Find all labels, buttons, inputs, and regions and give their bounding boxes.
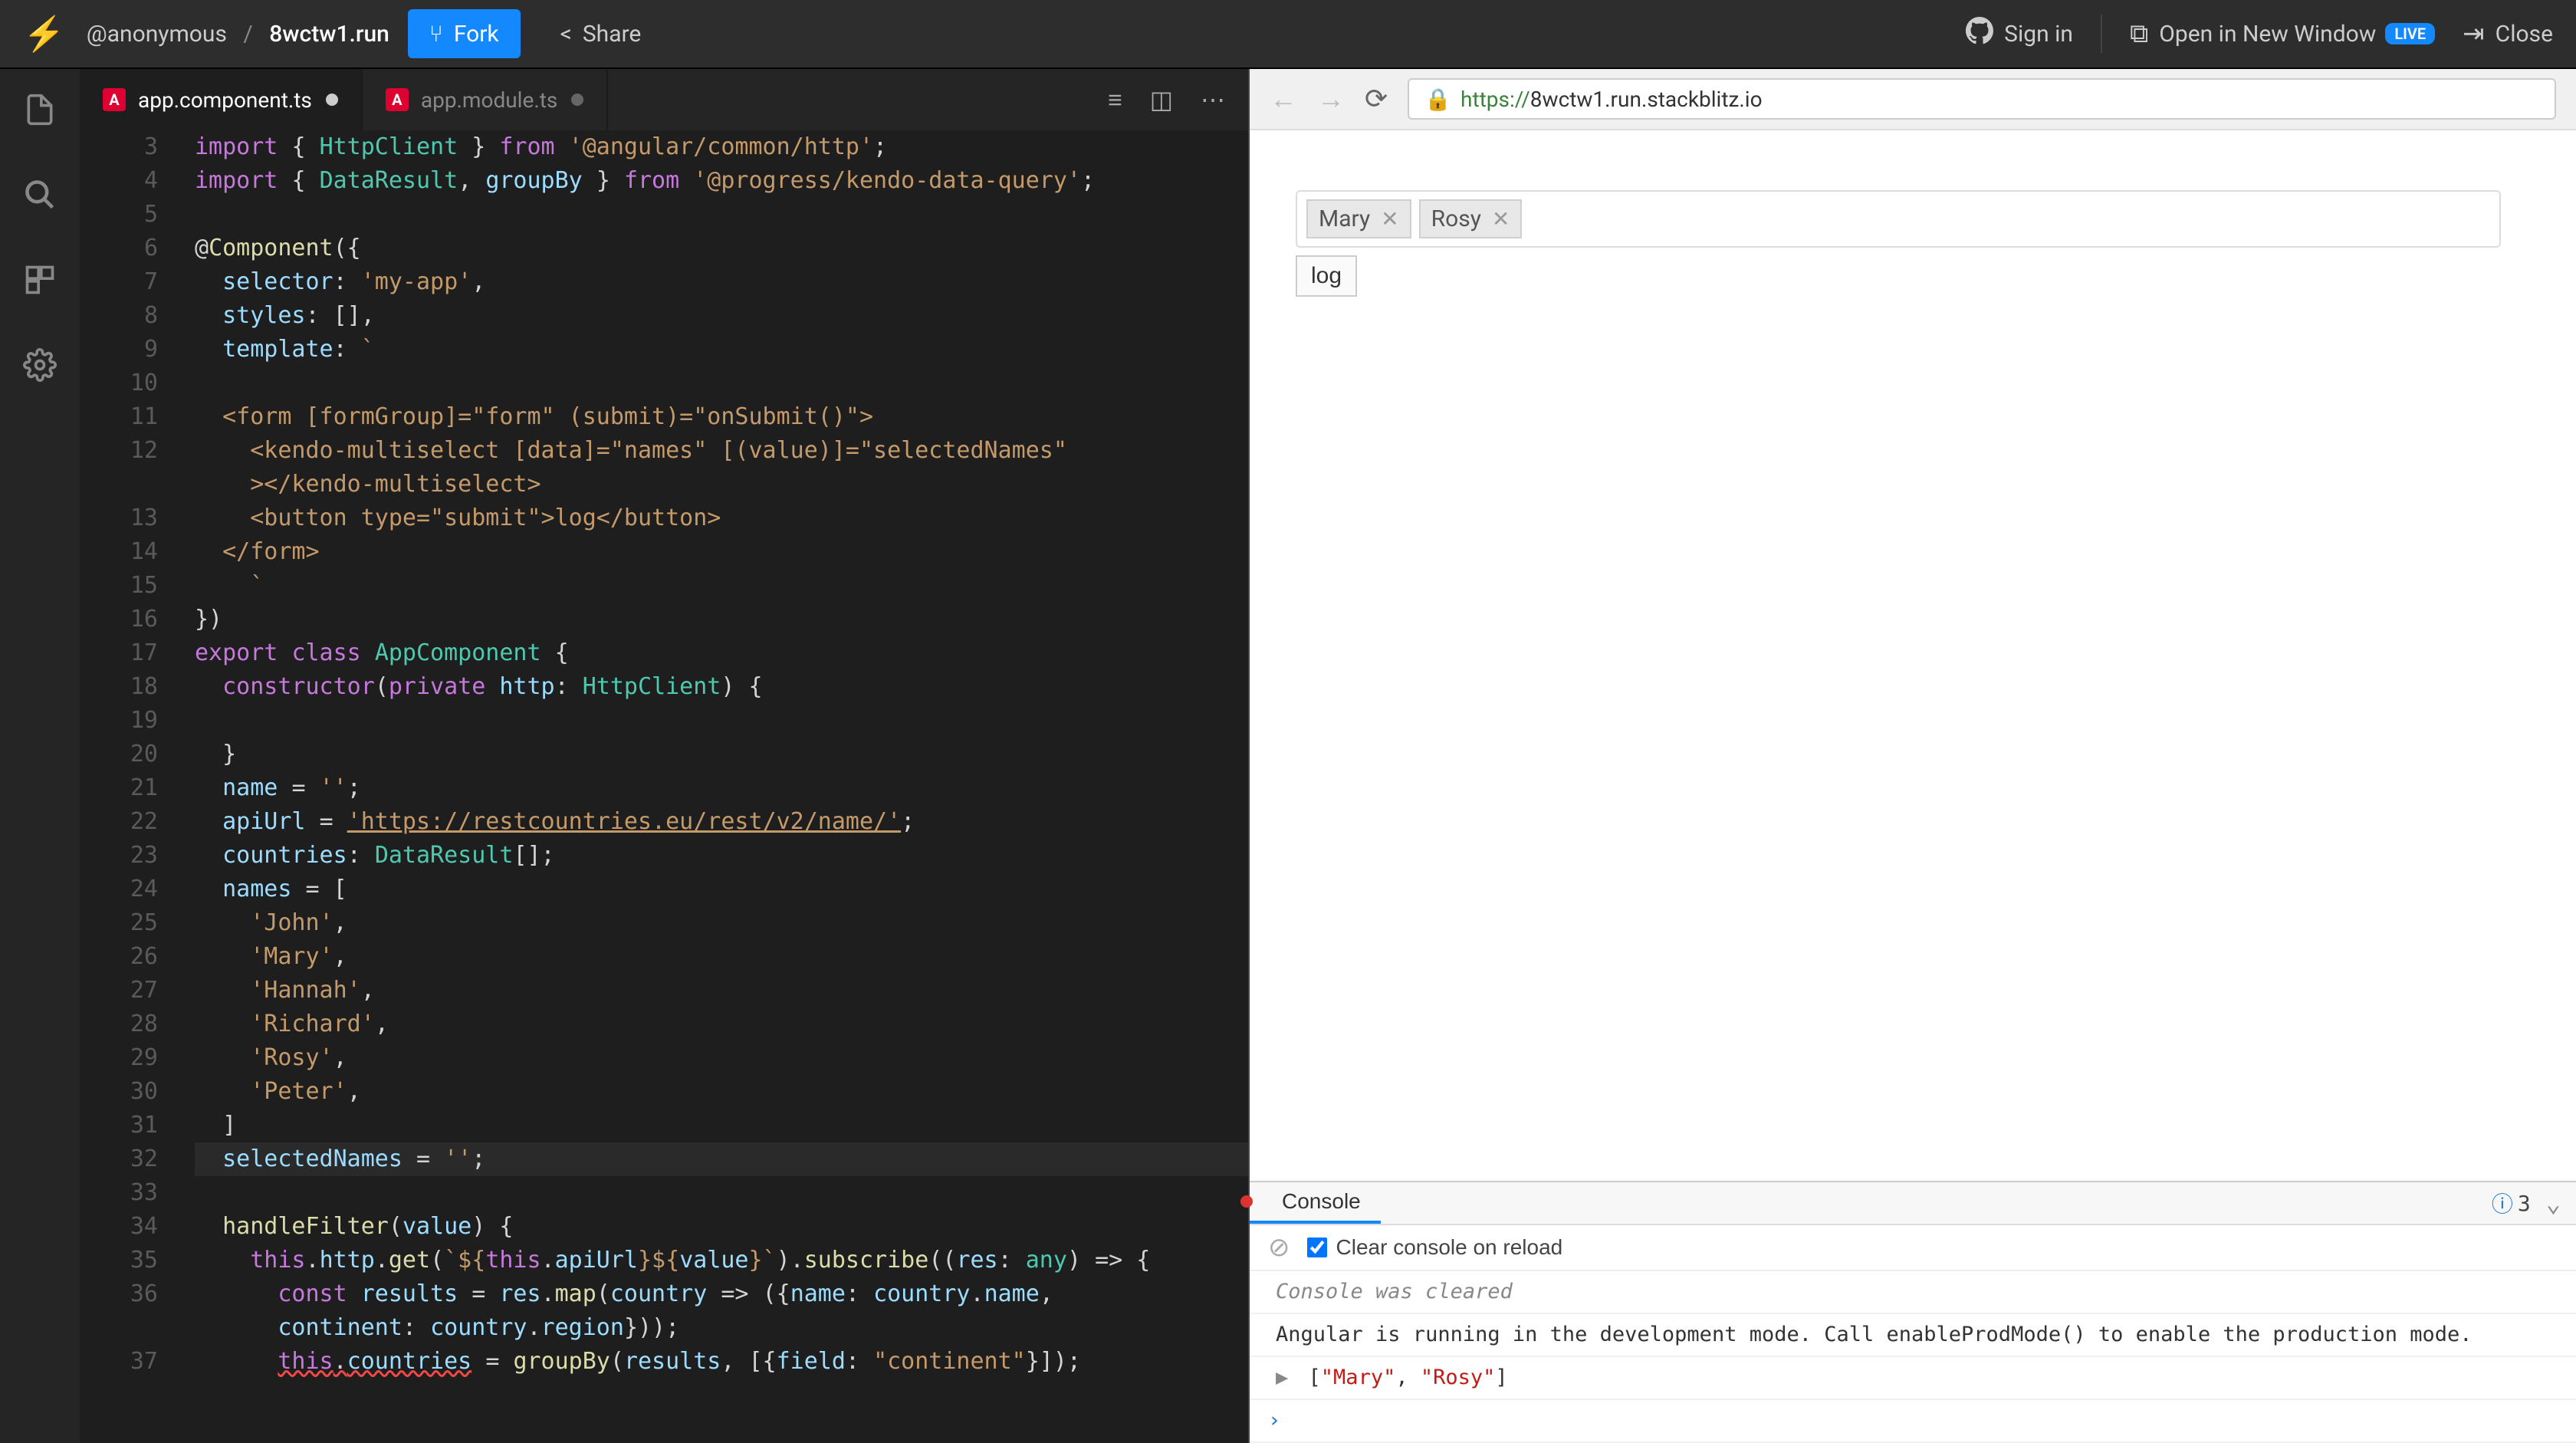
main-split: A app.component.ts A app.module.ts ≡ ◫ ⋯… — [0, 69, 2576, 1443]
url-host: 8wctw1.run.stackblitz.io — [1530, 87, 1763, 112]
expand-triangle-icon[interactable]: ▶ — [1276, 1366, 1288, 1389]
share-label: Share — [583, 21, 641, 48]
console-line-cleared: Console was cleared — [1250, 1271, 2576, 1314]
chip-label: Mary — [1319, 205, 1370, 232]
console-tabs: Console ⓘ 3 ⌄ — [1250, 1182, 2576, 1225]
browser-back-icon[interactable]: ← — [1270, 83, 1297, 115]
console-output: Console was cleared Angular is running i… — [1250, 1271, 2576, 1443]
more-actions-icon[interactable]: ⋯ — [1201, 85, 1225, 114]
tab-filename: app.module.ts — [421, 87, 557, 113]
url-protocol: https:// — [1460, 87, 1530, 112]
submit-log-button[interactable]: log — [1296, 255, 1357, 297]
console-toolbar: ⊘ Clear console on reload — [1250, 1225, 2576, 1271]
editor-tab-0[interactable]: A app.component.ts — [80, 69, 363, 130]
top-bar: ⚡ @anonymous / 8wctw1.run ⑂ Fork < Share… — [0, 0, 2576, 69]
line-gutter: 3456789101112131415161718192021222324252… — [80, 130, 179, 1443]
chevron-down-icon[interactable]: ⌄ — [2546, 1188, 2561, 1218]
topbar-divider — [2101, 15, 2102, 53]
angular-file-icon: A — [103, 88, 126, 111]
console-info-count: 3 — [2518, 1191, 2531, 1216]
clear-on-reload-checkbox[interactable]: Clear console on reload — [1307, 1235, 1563, 1260]
close-label: Close — [2496, 21, 2553, 48]
list-icon[interactable]: ≡ — [1108, 85, 1122, 114]
info-icon: ⓘ — [2492, 1188, 2513, 1218]
console-tab[interactable]: Console — [1250, 1182, 1381, 1224]
extensions-icon[interactable] — [23, 262, 57, 306]
console-line-devmode: Angular is running in the development mo… — [1250, 1314, 2576, 1357]
files-icon[interactable] — [23, 92, 57, 136]
multiselect-chip[interactable]: Rosy ✕ — [1419, 199, 1523, 238]
preview-panel: ← → ⟳ 🔒 https://8wctw1.run.stackblitz.io… — [1248, 69, 2576, 1443]
live-badge: LIVE — [2385, 23, 2435, 44]
share-icon: < — [560, 21, 572, 48]
clear-console-icon[interactable]: ⊘ — [1268, 1232, 1290, 1263]
external-window-icon: ⧉ — [2130, 18, 2148, 49]
browser-forward-icon[interactable]: → — [1317, 83, 1345, 115]
breadcrumb-separator: / — [243, 21, 252, 48]
code-lines[interactable]: import { HttpClient } from '@angular/com… — [179, 130, 1248, 1443]
github-icon — [1966, 17, 1993, 51]
browser-bar: ← → ⟳ 🔒 https://8wctw1.run.stackblitz.io — [1250, 69, 2576, 130]
open-new-window-label: Open in New Window — [2159, 21, 2376, 48]
share-button[interactable]: < Share — [539, 9, 663, 58]
signin-label: Sign in — [2004, 21, 2073, 48]
editor-tab-1[interactable]: A app.module.ts — [363, 69, 608, 130]
dirty-indicator-icon — [326, 94, 338, 106]
fork-icon: ⑂ — [429, 21, 443, 48]
split-editor-icon[interactable]: ◫ — [1150, 85, 1173, 114]
fork-label: Fork — [454, 21, 499, 48]
code-editor[interactable]: 3456789101112131415161718192021222324252… — [80, 130, 1248, 1443]
clear-on-reload-label: Clear console on reload — [1336, 1235, 1563, 1260]
editor-tab-actions: ≡ ◫ ⋯ — [1108, 85, 1248, 114]
settings-gear-icon[interactable] — [23, 347, 57, 391]
activity-bar — [0, 69, 80, 1443]
chip-remove-icon[interactable]: ✕ — [1381, 206, 1398, 232]
lock-icon: 🔒 — [1424, 87, 1451, 112]
dirty-indicator-icon — [571, 94, 583, 106]
console-prompt[interactable]: › — [1250, 1400, 2576, 1443]
logo-lightning-icon: ⚡ — [23, 14, 65, 54]
angular-file-icon: A — [386, 88, 409, 111]
console-panel: Console ⓘ 3 ⌄ ⊘ Clear console on reload … — [1250, 1181, 2576, 1443]
console-tab-label: Console — [1282, 1189, 1361, 1214]
chip-label: Rosy — [1431, 205, 1481, 232]
console-line-array[interactable]: ▶ ["Mary", "Rosy"] — [1250, 1357, 2576, 1400]
multiselect-input[interactable]: Mary ✕ Rosy ✕ — [1296, 190, 2501, 248]
editor-tabs: A app.component.ts A app.module.ts ≡ ◫ ⋯ — [80, 69, 1248, 130]
browser-reload-icon[interactable]: ⟳ — [1365, 83, 1388, 115]
open-new-window-button[interactable]: ⧉ Open in New Window LIVE — [2130, 18, 2435, 49]
clear-on-reload-input[interactable] — [1307, 1238, 1327, 1257]
search-icon[interactable] — [23, 177, 57, 221]
browser-url-bar[interactable]: 🔒 https://8wctw1.run.stackblitz.io — [1408, 78, 2556, 120]
console-error-dot-icon — [1240, 1195, 1253, 1208]
breadcrumb-project[interactable]: 8wctw1.run — [269, 21, 389, 48]
preview-body: Mary ✕ Rosy ✕ log — [1250, 130, 2576, 1181]
close-button[interactable]: ⇥ Close — [2463, 18, 2553, 49]
editor-panel: A app.component.ts A app.module.ts ≡ ◫ ⋯… — [80, 69, 1248, 1443]
close-panel-icon: ⇥ — [2463, 18, 2485, 49]
breadcrumb: @anonymous / 8wctw1.run — [87, 21, 389, 48]
multiselect-chip[interactable]: Mary ✕ — [1306, 199, 1411, 238]
signin-button[interactable]: Sign in — [1966, 17, 2073, 51]
fork-button[interactable]: ⑂ Fork — [408, 9, 521, 58]
chip-remove-icon[interactable]: ✕ — [1492, 206, 1510, 232]
breadcrumb-user[interactable]: @anonymous — [87, 21, 227, 48]
tab-filename: app.component.ts — [138, 87, 312, 113]
